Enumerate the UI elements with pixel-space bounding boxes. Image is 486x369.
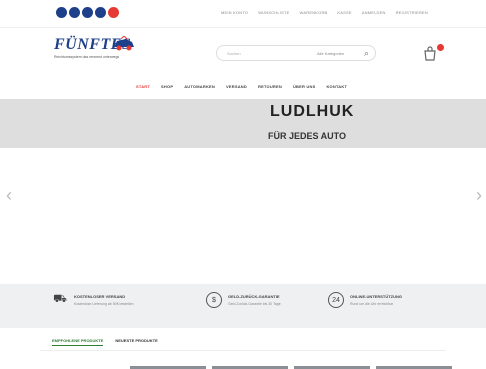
- tabs-divider: [40, 350, 446, 351]
- hero-subline: FÜR JEDES AUTO: [268, 131, 347, 141]
- top-link-checkout[interactable]: KASSE: [337, 10, 351, 15]
- instagram-icon[interactable]: [82, 7, 93, 18]
- cart-button[interactable]: [422, 44, 444, 62]
- support-24h-icon: 24: [328, 292, 344, 308]
- search-icon[interactable]: ⌕: [364, 48, 369, 59]
- feature-shipping: ⛟ KOSTENLOSER VERSAND Kostenlose Lieferu…: [52, 292, 134, 308]
- top-link-cart[interactable]: WARENKORB: [300, 10, 328, 15]
- nav-item-home[interactable]: START: [136, 84, 150, 89]
- truck-icon: ⛟: [53, 293, 67, 305]
- hero-slider[interactable]: LUDLHUK FÜR JEDES AUTO ‹ ›: [0, 99, 486, 279]
- nav-item-shop[interactable]: SHOP: [161, 84, 173, 89]
- feature-support: 24 ONLINE-UNTERSTÜTZUNG Rund um die Uhr …: [328, 292, 402, 308]
- slider-prev-icon[interactable]: ‹: [6, 185, 12, 206]
- slider-next-icon[interactable]: ›: [476, 185, 482, 206]
- top-link-account[interactable]: MEIN KONTO: [221, 10, 248, 15]
- feature-subtitle: Rund um die Uhr erreichbar: [350, 302, 394, 306]
- top-bar: MEIN KONTO WUNSCHLISTE WARENKORB KASSE A…: [0, 0, 486, 28]
- nav-item-returns[interactable]: RETOUREN: [258, 84, 282, 89]
- nav-item-contact[interactable]: KONTAKT: [326, 84, 347, 89]
- cart-badge: [437, 44, 444, 51]
- feature-title: KOSTENLOSER VERSAND: [74, 294, 126, 299]
- tab-featured-products[interactable]: EMPFOHLENE PRODUKTE: [52, 338, 104, 346]
- feature-title: GELD-ZURÜCK-GARANTIE: [228, 294, 280, 299]
- category-select[interactable]: Alle Kategorien: [317, 51, 344, 56]
- cart-icon: [424, 46, 436, 61]
- nav-item-about[interactable]: ÜBER UNS: [293, 84, 316, 89]
- top-link-login[interactable]: ANMELDEN: [362, 10, 386, 15]
- facebook-icon[interactable]: [56, 7, 67, 18]
- search-bar[interactable]: Suchen Alle Kategorien ⌕: [216, 45, 376, 61]
- nav-item-shipping[interactable]: VERSAND: [226, 84, 247, 89]
- social-links: [56, 7, 119, 18]
- hero-headline: LUDLHUK: [270, 103, 355, 120]
- site-logo[interactable]: FÜNFTES Reichtumssystem das rennend unte…: [54, 36, 134, 59]
- twitter-icon[interactable]: [69, 7, 80, 18]
- features-bar: ⛟ KOSTENLOSER VERSAND Kostenlose Lieferu…: [0, 284, 486, 328]
- feature-title: ONLINE-UNTERSTÜTZUNG: [350, 294, 402, 299]
- feature-money-back: $ GELD-ZURÜCK-GARANTIE Geld-Zurück-Garan…: [206, 292, 281, 308]
- main-nav: START SHOP AUTOMARKEN VERSAND RETOUREN Ü…: [136, 84, 347, 89]
- top-links: MEIN KONTO WUNSCHLISTE WARENKORB KASSE A…: [221, 10, 428, 15]
- top-link-wishlist[interactable]: WUNSCHLISTE: [258, 10, 289, 15]
- pinterest-icon[interactable]: [108, 7, 119, 18]
- search-input[interactable]: Suchen: [227, 51, 241, 56]
- feature-subtitle: Geld-Zurück-Garantie bis 30 Tage: [228, 302, 281, 306]
- money-icon: $: [206, 292, 222, 308]
- tab-newest-products[interactable]: NEUESTE PRODUKTE: [115, 338, 157, 346]
- logo-tagline: Reichtumssystem das rennend unterwegs: [54, 55, 120, 59]
- youtube-icon[interactable]: [95, 7, 106, 18]
- feature-subtitle: Kostenlose Lieferung ab 50€ bestellen: [74, 302, 134, 306]
- hero-banner: [0, 99, 486, 148]
- car-logo-icon: [114, 36, 134, 51]
- nav-item-car-brands[interactable]: AUTOMARKEN: [184, 84, 215, 89]
- product-tabs: EMPFOHLENE PRODUKTE NEUESTE PRODUKTE: [52, 338, 158, 346]
- top-link-register[interactable]: REGISTRIEREN: [396, 10, 428, 15]
